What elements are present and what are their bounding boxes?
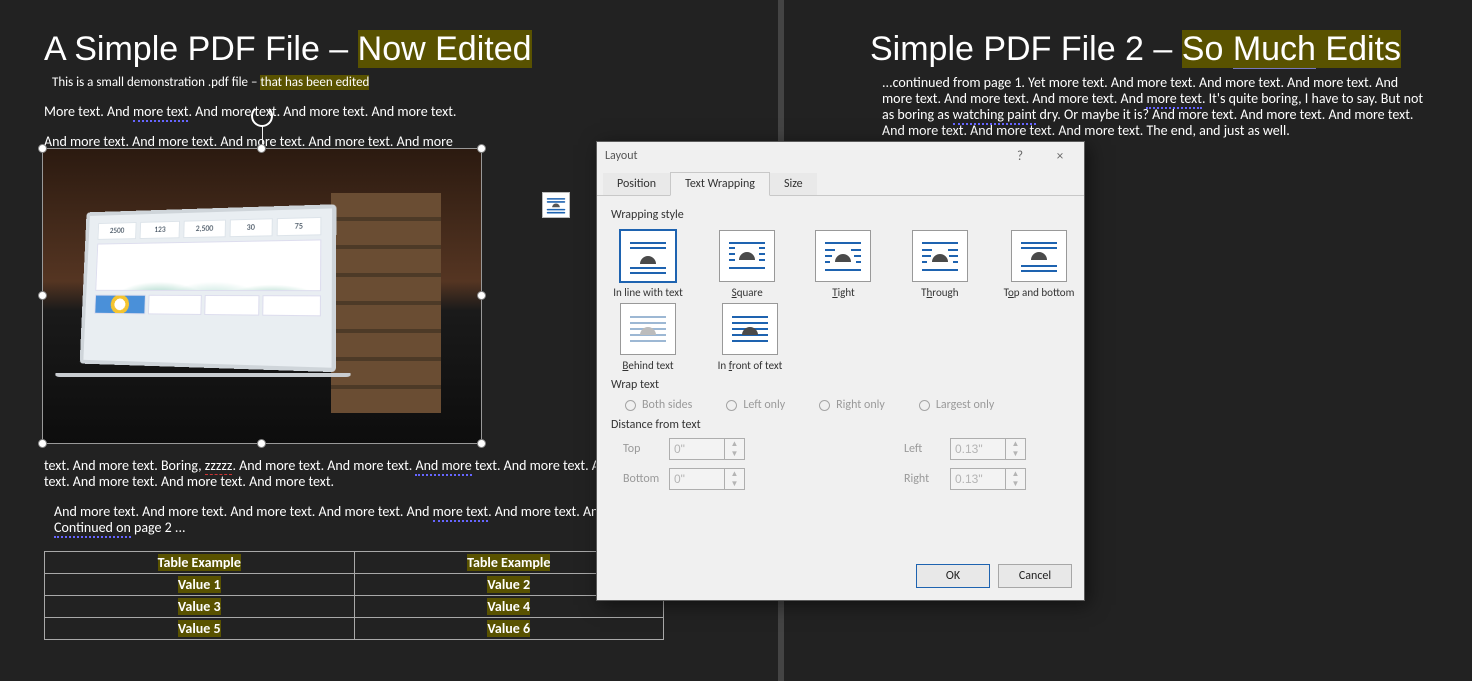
tab-text-wrapping[interactable]: Text Wrapping	[670, 172, 770, 196]
wrap-in-front[interactable]: In front of text	[719, 303, 781, 372]
p1-para1[interactable]: More text. And more text. And more text.…	[44, 104, 744, 120]
n: 2,500	[184, 220, 226, 239]
page1-title[interactable]: A Simple PDF File – Now Edited	[44, 30, 744, 69]
spin-down-icon[interactable]: ▼	[1006, 479, 1025, 489]
layout-options-button[interactable]	[542, 192, 570, 218]
input-bottom[interactable]	[669, 468, 725, 490]
image-content: 2500 123 2,500 30 75	[43, 149, 481, 443]
t: So	[1182, 30, 1233, 68]
cell[interactable]: Value 2	[487, 576, 530, 593]
page1-title-a: A Simple PDF File –	[44, 30, 358, 68]
link-more-text[interactable]: more text	[133, 103, 188, 122]
dialog-close-button[interactable]: ×	[1040, 142, 1080, 170]
rotate-handle[interactable]	[251, 105, 273, 127]
t: Simple PDF File 2 –	[870, 30, 1182, 68]
spin-down-icon[interactable]: ▼	[725, 479, 744, 489]
lbl: Left only	[743, 398, 785, 412]
cancel-button[interactable]: Cancel	[998, 564, 1072, 588]
lbl: Right only	[836, 398, 885, 412]
input-right[interactable]	[950, 468, 1006, 490]
spinner-top[interactable]: ▲▼	[669, 438, 747, 460]
spin-up-icon[interactable]: ▲	[1006, 439, 1025, 449]
t: More text. And	[44, 103, 133, 120]
th1[interactable]: Table Example	[158, 554, 241, 571]
page-2: Simple PDF File 2 – So Much Edits ...con…	[870, 30, 1430, 153]
wrap-inline[interactable]: In line with text	[617, 230, 679, 299]
rotate-stem	[262, 125, 263, 145]
resize-handle-bl[interactable]	[38, 439, 47, 448]
cell[interactable]: Value 6	[487, 620, 530, 637]
table-example[interactable]: Table Example Table Example Value 1 Value…	[44, 551, 664, 640]
link-more-text-2[interactable]: more text	[433, 503, 488, 522]
group-wrap-text: Wrap text	[611, 378, 1070, 392]
radio-both-sides[interactable]: Both sides	[625, 398, 692, 412]
page1-title-highlight: Now Edited	[358, 30, 532, 68]
tab-position[interactable]: Position	[603, 173, 670, 195]
label-right: Right	[904, 472, 950, 486]
resize-handle-b[interactable]	[257, 439, 266, 448]
cell[interactable]: Value 5	[178, 620, 221, 637]
spinner-bottom[interactable]: ▲▼	[669, 468, 747, 490]
n: 30	[229, 218, 272, 237]
spin-up-icon[interactable]: ▲	[1006, 469, 1025, 479]
label-top: Top	[623, 442, 669, 456]
page1-subtitle[interactable]: This is a small demonstration .pdf file …	[52, 75, 744, 90]
spin-up-icon[interactable]: ▲	[725, 439, 744, 449]
t: Edits	[1316, 30, 1401, 68]
cap: In line with text	[613, 286, 683, 299]
lbl: Largest only	[936, 398, 994, 412]
layout-dialog: Layout ? × Position Text Wrapping Size W…	[596, 141, 1085, 601]
spinner-left[interactable]: ▲▼	[950, 438, 1028, 460]
th2[interactable]: Table Example	[467, 554, 550, 571]
spin-down-icon[interactable]: ▼	[725, 449, 744, 459]
spin-up-icon[interactable]: ▲	[725, 469, 744, 479]
p1-sub-hl: that has been edited	[260, 75, 369, 90]
p1-sub-a: This is a small demonstration .pdf file …	[52, 75, 260, 90]
wrap-top-bottom[interactable]: Top and bottom	[1008, 230, 1070, 299]
cell[interactable]: Value 3	[178, 598, 221, 615]
t: . And more text. And more text. And more…	[188, 103, 456, 120]
resize-handle-br[interactable]	[477, 439, 486, 448]
t: text. And more text. Boring,	[44, 457, 205, 474]
tab-size[interactable]: Size	[770, 173, 817, 195]
wrap-behind[interactable]: Behind text	[617, 303, 679, 372]
continued-on[interactable]: Continued on	[54, 519, 131, 538]
link-and-more[interactable]: And more	[415, 457, 471, 476]
t: Much	[1233, 30, 1316, 69]
n: 2500	[98, 222, 137, 240]
label-left: Left	[904, 442, 950, 456]
t: . And more text. And more text.	[232, 457, 415, 474]
dialog-tabs: Position Text Wrapping Size	[597, 170, 1084, 196]
n: 123	[140, 221, 181, 239]
spin-down-icon[interactable]: ▼	[1006, 449, 1025, 459]
dialog-titlebar[interactable]: Layout ? ×	[597, 142, 1084, 170]
spinner-right[interactable]: ▲▼	[950, 468, 1028, 490]
n: 75	[276, 217, 321, 236]
dialog-title: Layout	[605, 149, 638, 163]
resize-handle-r[interactable]	[477, 291, 486, 300]
page2-title[interactable]: Simple PDF File 2 – So Much Edits	[870, 30, 1430, 69]
wrap-square[interactable]: Square	[719, 230, 775, 299]
group-wrapping-style: Wrapping style	[611, 208, 1070, 222]
radio-right-only[interactable]: Right only	[819, 398, 885, 412]
dialog-body: Wrapping style In line with text Square …	[597, 196, 1084, 498]
label-bottom: Bottom	[623, 472, 669, 486]
wrap-tight[interactable]: Tight	[815, 230, 871, 299]
radio-largest-only[interactable]: Largest only	[919, 398, 994, 412]
t: page 2 ...	[131, 519, 186, 536]
group-distance: Distance from text	[611, 418, 1070, 432]
dialog-help-button[interactable]: ?	[1000, 142, 1040, 170]
cell[interactable]: Value 4	[487, 598, 530, 615]
t: And more text. And more text. And more t…	[54, 503, 433, 520]
radio-left-only[interactable]: Left only	[726, 398, 785, 412]
input-left[interactable]	[950, 438, 1006, 460]
cell[interactable]: Value 1	[178, 576, 221, 593]
ok-button[interactable]: OK	[916, 564, 990, 588]
lbl: Both sides	[642, 398, 692, 412]
inserted-image[interactable]: 2500 123 2,500 30 75	[42, 148, 482, 444]
page2-body[interactable]: ...continued from page 1. Yet more text.…	[882, 75, 1430, 139]
resize-handle-tr[interactable]	[477, 144, 486, 153]
wrap-through[interactable]: Through	[912, 230, 968, 299]
input-top[interactable]	[669, 438, 725, 460]
